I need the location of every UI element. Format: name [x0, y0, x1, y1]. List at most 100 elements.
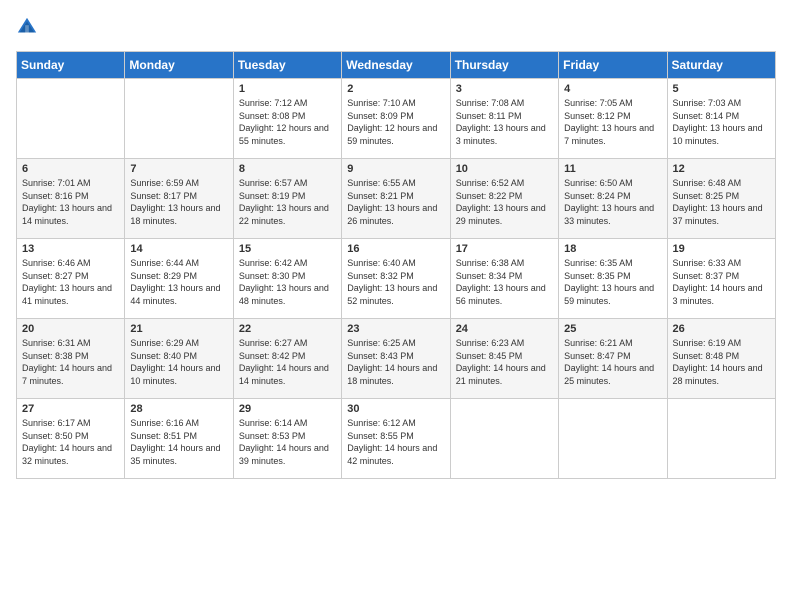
day-info: Sunrise: 6:25 AM Sunset: 8:43 PM Dayligh…	[347, 337, 444, 387]
calendar-cell: 1 Sunrise: 7:12 AM Sunset: 8:08 PM Daylig…	[233, 79, 341, 159]
calendar-week-row: 1 Sunrise: 7:12 AM Sunset: 8:08 PM Daylig…	[17, 79, 776, 159]
weekday-header: Tuesday	[233, 52, 341, 79]
day-info: Sunrise: 6:12 AM Sunset: 8:55 PM Dayligh…	[347, 417, 444, 467]
calendar-cell: 27 Sunrise: 6:17 AM Sunset: 8:50 PM Dayli…	[17, 399, 125, 479]
page-header	[16, 16, 776, 43]
day-info: Sunrise: 6:31 AM Sunset: 8:38 PM Dayligh…	[22, 337, 119, 387]
day-info: Sunrise: 6:55 AM Sunset: 8:21 PM Dayligh…	[347, 177, 444, 227]
day-number: 9	[347, 163, 444, 175]
day-info: Sunrise: 6:35 AM Sunset: 8:35 PM Dayligh…	[564, 257, 661, 307]
day-number: 19	[673, 243, 770, 255]
day-number: 15	[239, 243, 336, 255]
day-info: Sunrise: 6:42 AM Sunset: 8:30 PM Dayligh…	[239, 257, 336, 307]
day-number: 7	[130, 163, 227, 175]
calendar-week-row: 13Sunrise: 6:46 AM Sunset: 8:27 PM Dayli…	[17, 239, 776, 319]
calendar-cell	[667, 399, 775, 479]
day-info: Sunrise: 7:08 AM Sunset: 8:11 PM Dayligh…	[456, 97, 553, 147]
calendar-cell	[17, 79, 125, 159]
weekday-header: Friday	[559, 52, 667, 79]
day-info: Sunrise: 7:12 AM Sunset: 8:08 PM Dayligh…	[239, 97, 336, 147]
day-number: 11	[564, 163, 661, 175]
logo-icon	[16, 16, 38, 43]
day-info: Sunrise: 6:27 AM Sunset: 8:42 PM Dayligh…	[239, 337, 336, 387]
calendar-cell: 6 Sunrise: 7:01 AM Sunset: 8:16 PM Daylig…	[17, 159, 125, 239]
calendar-cell: 15 Sunrise: 6:42 AM Sunset: 8:30 PM Dayli…	[233, 239, 341, 319]
calendar-cell: 13Sunrise: 6:46 AM Sunset: 8:27 PM Dayli…	[17, 239, 125, 319]
day-number: 10	[456, 163, 553, 175]
day-number: 17	[456, 243, 553, 255]
day-info: Sunrise: 7:10 AM Sunset: 8:09 PM Dayligh…	[347, 97, 444, 147]
day-info: Sunrise: 6:16 AM Sunset: 8:51 PM Dayligh…	[130, 417, 227, 467]
day-info: Sunrise: 6:44 AM Sunset: 8:29 PM Dayligh…	[130, 257, 227, 307]
calendar-cell: 7 Sunrise: 6:59 AM Sunset: 8:17 PM Daylig…	[125, 159, 233, 239]
day-number: 28	[130, 403, 227, 415]
calendar-header: SundayMondayTuesdayWednesdayThursdayFrid…	[17, 52, 776, 79]
calendar-cell: 12 Sunrise: 6:48 AM Sunset: 8:25 PM Dayli…	[667, 159, 775, 239]
calendar-cell: 2 Sunrise: 7:10 AM Sunset: 8:09 PM Daylig…	[342, 79, 450, 159]
day-number: 25	[564, 323, 661, 335]
day-number: 20	[22, 323, 119, 335]
day-number: 26	[673, 323, 770, 335]
weekday-header: Sunday	[17, 52, 125, 79]
calendar-cell: 30Sunrise: 6:12 AM Sunset: 8:55 PM Dayli…	[342, 399, 450, 479]
calendar-cell: 9 Sunrise: 6:55 AM Sunset: 8:21 PM Daylig…	[342, 159, 450, 239]
calendar-cell: 26 Sunrise: 6:19 AM Sunset: 8:48 PM Dayli…	[667, 319, 775, 399]
day-number: 2	[347, 83, 444, 95]
day-info: Sunrise: 6:21 AM Sunset: 8:47 PM Dayligh…	[564, 337, 661, 387]
calendar-body: 1 Sunrise: 7:12 AM Sunset: 8:08 PM Daylig…	[17, 79, 776, 479]
calendar-cell: 19 Sunrise: 6:33 AM Sunset: 8:37 PM Dayli…	[667, 239, 775, 319]
weekday-header: Thursday	[450, 52, 558, 79]
day-number: 23	[347, 323, 444, 335]
day-number: 4	[564, 83, 661, 95]
weekday-header: Saturday	[667, 52, 775, 79]
calendar-cell: 23 Sunrise: 6:25 AM Sunset: 8:43 PM Dayli…	[342, 319, 450, 399]
day-info: Sunrise: 6:50 AM Sunset: 8:24 PM Dayligh…	[564, 177, 661, 227]
calendar-cell: 17 Sunrise: 6:38 AM Sunset: 8:34 PM Dayli…	[450, 239, 558, 319]
day-info: Sunrise: 6:52 AM Sunset: 8:22 PM Dayligh…	[456, 177, 553, 227]
day-number: 5	[673, 83, 770, 95]
calendar-week-row: 6 Sunrise: 7:01 AM Sunset: 8:16 PM Daylig…	[17, 159, 776, 239]
calendar-table: SundayMondayTuesdayWednesdayThursdayFrid…	[16, 51, 776, 479]
calendar-cell: 29 Sunrise: 6:14 AM Sunset: 8:53 PM Dayli…	[233, 399, 341, 479]
day-info: Sunrise: 7:01 AM Sunset: 8:16 PM Dayligh…	[22, 177, 119, 227]
logo	[16, 16, 40, 43]
day-info: Sunrise: 6:19 AM Sunset: 8:48 PM Dayligh…	[673, 337, 770, 387]
calendar-cell: 21Sunrise: 6:29 AM Sunset: 8:40 PM Dayli…	[125, 319, 233, 399]
day-number: 14	[130, 243, 227, 255]
day-info: Sunrise: 6:33 AM Sunset: 8:37 PM Dayligh…	[673, 257, 770, 307]
day-info: Sunrise: 6:48 AM Sunset: 8:25 PM Dayligh…	[673, 177, 770, 227]
calendar-cell: 28 Sunrise: 6:16 AM Sunset: 8:51 PM Dayli…	[125, 399, 233, 479]
weekday-header: Wednesday	[342, 52, 450, 79]
day-number: 24	[456, 323, 553, 335]
calendar-cell: 8Sunrise: 6:57 AM Sunset: 8:19 PM Daylig…	[233, 159, 341, 239]
calendar-cell: 4 Sunrise: 7:05 AM Sunset: 8:12 PM Daylig…	[559, 79, 667, 159]
day-info: Sunrise: 6:14 AM Sunset: 8:53 PM Dayligh…	[239, 417, 336, 467]
day-number: 18	[564, 243, 661, 255]
day-number: 13	[22, 243, 119, 255]
calendar-cell: 22 Sunrise: 6:27 AM Sunset: 8:42 PM Dayli…	[233, 319, 341, 399]
calendar-cell	[559, 399, 667, 479]
day-info: Sunrise: 7:03 AM Sunset: 8:14 PM Dayligh…	[673, 97, 770, 147]
day-number: 22	[239, 323, 336, 335]
weekday-header: Monday	[125, 52, 233, 79]
calendar-cell: 16Sunrise: 6:40 AM Sunset: 8:32 PM Dayli…	[342, 239, 450, 319]
calendar-week-row: 20 Sunrise: 6:31 AM Sunset: 8:38 PM Dayli…	[17, 319, 776, 399]
day-number: 1	[239, 83, 336, 95]
calendar-cell: 24Sunrise: 6:23 AM Sunset: 8:45 PM Dayli…	[450, 319, 558, 399]
day-number: 12	[673, 163, 770, 175]
day-number: 27	[22, 403, 119, 415]
calendar-cell: 18 Sunrise: 6:35 AM Sunset: 8:35 PM Dayli…	[559, 239, 667, 319]
day-number: 21	[130, 323, 227, 335]
calendar-cell: 11 Sunrise: 6:50 AM Sunset: 8:24 PM Dayli…	[559, 159, 667, 239]
day-info: Sunrise: 6:17 AM Sunset: 8:50 PM Dayligh…	[22, 417, 119, 467]
calendar-cell: 3Sunrise: 7:08 AM Sunset: 8:11 PM Daylig…	[450, 79, 558, 159]
day-number: 6	[22, 163, 119, 175]
weekday-header-row: SundayMondayTuesdayWednesdayThursdayFrid…	[17, 52, 776, 79]
calendar-cell: 20 Sunrise: 6:31 AM Sunset: 8:38 PM Dayli…	[17, 319, 125, 399]
day-info: Sunrise: 6:38 AM Sunset: 8:34 PM Dayligh…	[456, 257, 553, 307]
calendar-cell: 25 Sunrise: 6:21 AM Sunset: 8:47 PM Dayli…	[559, 319, 667, 399]
day-number: 29	[239, 403, 336, 415]
day-info: Sunrise: 7:05 AM Sunset: 8:12 PM Dayligh…	[564, 97, 661, 147]
day-info: Sunrise: 6:59 AM Sunset: 8:17 PM Dayligh…	[130, 177, 227, 227]
day-number: 16	[347, 243, 444, 255]
